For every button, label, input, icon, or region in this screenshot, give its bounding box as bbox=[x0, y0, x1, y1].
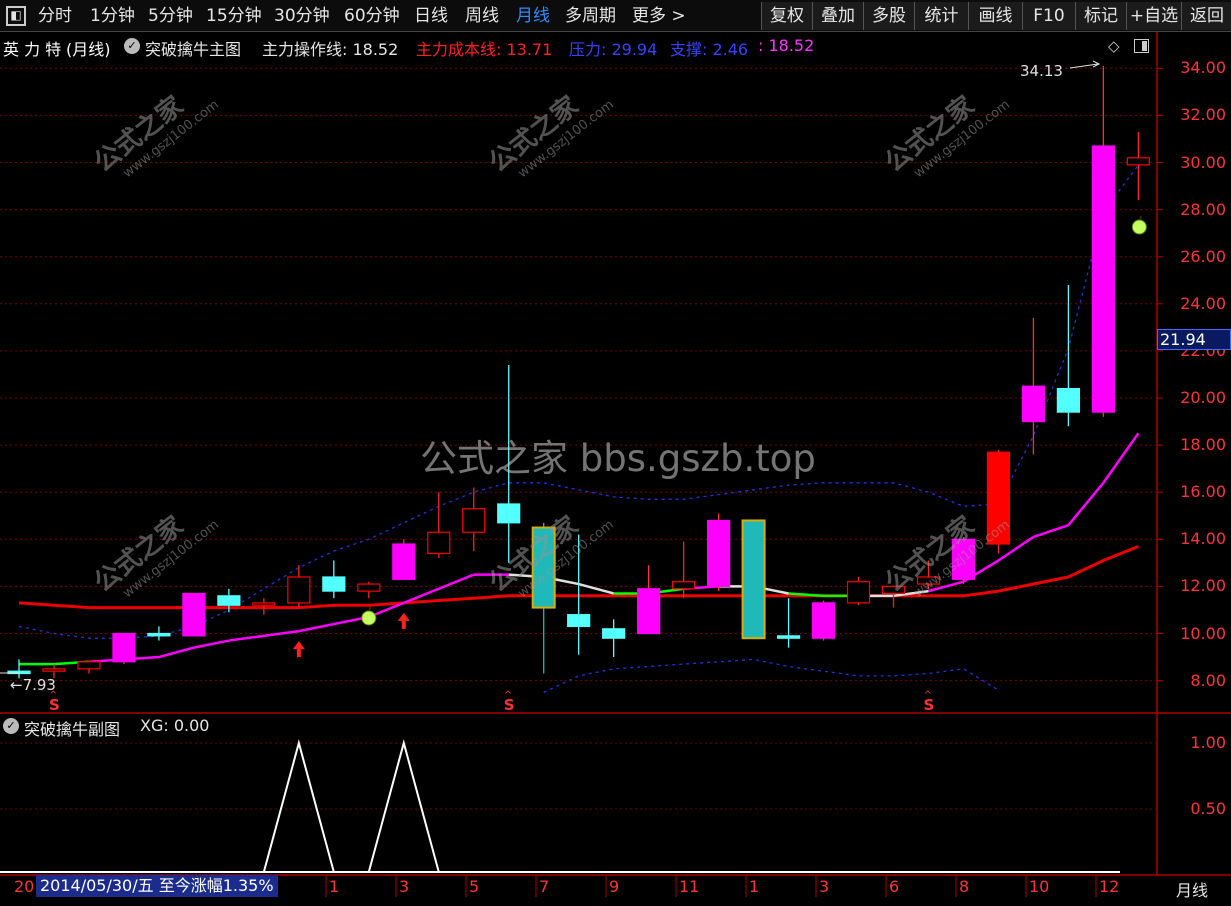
candle-body bbox=[1056, 387, 1081, 413]
candlestick-chart[interactable]: S^S^S^ bbox=[0, 0, 1231, 906]
candle-body bbox=[531, 526, 556, 609]
candle-body bbox=[287, 576, 311, 604]
candle-body bbox=[1126, 157, 1150, 166]
candle-body bbox=[112, 632, 136, 663]
candle-body bbox=[392, 543, 416, 580]
candle-body bbox=[147, 632, 171, 637]
up-arrow-icon bbox=[397, 612, 410, 629]
candle-body bbox=[42, 668, 66, 672]
month-label: 1 bbox=[749, 877, 760, 896]
candle-body bbox=[182, 592, 206, 637]
month-label: 3 bbox=[819, 877, 830, 896]
period-indicator[interactable]: 月线 bbox=[1176, 877, 1208, 901]
op-line-segment bbox=[298, 622, 335, 633]
candle-body bbox=[602, 628, 626, 639]
candle-body bbox=[252, 602, 276, 606]
op-line-segment bbox=[1067, 481, 1105, 526]
month-label: 5 bbox=[469, 877, 480, 896]
month-label: 8 bbox=[959, 877, 970, 896]
month-label: 3 bbox=[399, 877, 410, 896]
candle-body bbox=[1091, 145, 1115, 413]
month-label: 6 bbox=[889, 877, 900, 896]
price-axis-label: 30.00 bbox=[1180, 152, 1226, 172]
price-axis-label: 32.00 bbox=[1180, 105, 1226, 125]
apple-icon bbox=[361, 610, 377, 626]
month-label: 9 bbox=[609, 877, 620, 896]
price-axis-label: 34.00 bbox=[1180, 58, 1226, 78]
candle-body bbox=[741, 519, 766, 640]
price-axis-label: 12.00 bbox=[1180, 576, 1226, 596]
candle-body bbox=[357, 583, 381, 592]
s-marker-caret: ^ bbox=[504, 690, 512, 701]
high-arrow bbox=[1069, 63, 1099, 69]
low-price-label: ←7.93 bbox=[10, 676, 56, 694]
candle-body bbox=[986, 451, 1011, 545]
candle-body bbox=[811, 602, 836, 639]
up-arrow-icon bbox=[292, 641, 305, 658]
month-label: 11 bbox=[679, 877, 700, 896]
op-line-segment bbox=[158, 646, 195, 659]
candle-body bbox=[77, 661, 101, 670]
candle-body bbox=[1021, 385, 1046, 423]
op-line-segment bbox=[228, 634, 265, 642]
month-label: 12 bbox=[1099, 877, 1120, 896]
price-axis-label: 10.00 bbox=[1180, 623, 1226, 643]
sub-axis-label-1: 1.00 bbox=[1190, 733, 1226, 752]
s-marker-caret: ^ bbox=[923, 690, 931, 701]
current-price-tag: 21.94 bbox=[1157, 329, 1231, 350]
apple-stem bbox=[1138, 215, 1143, 221]
candle-body bbox=[567, 614, 591, 628]
candle-body bbox=[462, 508, 486, 533]
candle-body bbox=[846, 581, 871, 604]
apple-icon bbox=[1131, 219, 1147, 235]
price-axis-label: 28.00 bbox=[1180, 199, 1226, 219]
candle-body bbox=[322, 576, 346, 592]
candle-body bbox=[706, 519, 731, 588]
date-info-box: 2014/05/30/五 至今涨幅1.35% bbox=[36, 875, 278, 897]
op-line-segment bbox=[578, 582, 614, 595]
candle-body bbox=[637, 588, 661, 635]
price-axis-label: 14.00 bbox=[1180, 529, 1226, 549]
price-axis-label: 16.00 bbox=[1180, 482, 1226, 502]
month-label: 10 bbox=[1029, 877, 1050, 896]
lower-band-line bbox=[543, 658, 999, 693]
apple-stem bbox=[368, 606, 372, 612]
xg-signal-line bbox=[262, 739, 440, 873]
candle-body bbox=[951, 538, 976, 580]
price-axis-label: 18.00 bbox=[1180, 435, 1226, 455]
op-line-segment bbox=[1102, 432, 1140, 484]
time-axis-year: 20 bbox=[14, 877, 35, 896]
price-axis-label: 26.00 bbox=[1180, 246, 1226, 266]
candle-body bbox=[497, 503, 521, 524]
price-axis-label: 20.00 bbox=[1180, 388, 1226, 407]
high-price-label: 34.13 bbox=[1020, 62, 1063, 80]
price-axis-label: 24.00 bbox=[1180, 293, 1226, 313]
candle-body bbox=[881, 585, 906, 595]
month-label: 1 bbox=[329, 877, 340, 896]
op-line-segment bbox=[1033, 523, 1069, 539]
candle-body bbox=[672, 581, 696, 590]
candle-body bbox=[427, 531, 451, 555]
candle-body bbox=[776, 635, 801, 639]
candle-body bbox=[217, 595, 241, 606]
candle-body bbox=[916, 576, 941, 585]
month-label: 7 bbox=[539, 877, 550, 896]
op-line-segment bbox=[193, 639, 230, 649]
price-axis-label: 8.00 bbox=[1190, 670, 1226, 690]
sub-axis-label-05: 0.50 bbox=[1190, 799, 1226, 818]
op-line-segment bbox=[263, 629, 300, 638]
